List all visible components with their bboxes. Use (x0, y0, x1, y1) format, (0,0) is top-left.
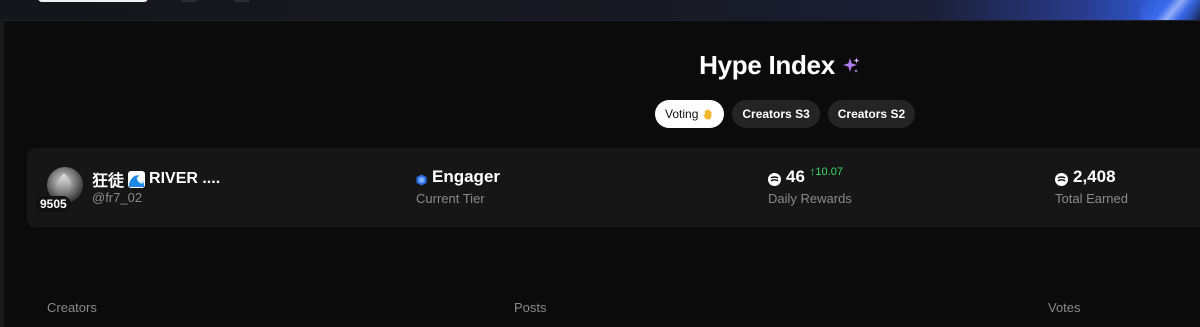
page-title: Hype Index (699, 50, 835, 80)
total-earned-stat: 2,408 Total Earned (1055, 167, 1128, 206)
current-tier-caption: Current Tier (416, 191, 485, 206)
daily-rewards-delta: ↑10.07 (809, 166, 843, 178)
user-name-suffix: RIVER .... (149, 170, 221, 187)
wave-icon (128, 170, 146, 188)
tab-creators-s3[interactable]: Creators S3 (732, 100, 820, 128)
raised-hand-icon (702, 108, 714, 120)
daily-rewards-stat: 46 ↑10.07 Daily Rewards (768, 166, 852, 206)
total-earned-value: 2,408 (1073, 167, 1116, 186)
tab-voting[interactable]: Voting (655, 100, 725, 128)
current-tier-stat: Engager Current Tier (416, 167, 500, 206)
daily-rewards-caption: Daily Rewards (768, 191, 852, 206)
tier-hex-icon (416, 171, 427, 186)
token-icon (768, 171, 781, 186)
top-banner (0, 0, 1200, 21)
tab-bar: Voting Creators S3 Creators S2 (655, 100, 916, 128)
top-nav-pill[interactable] (38, 0, 148, 2)
user-name[interactable]: 狂徒 RIVER .... (92, 167, 220, 191)
profile-card[interactable]: 9505 狂徒 RIVER .... @fr7_02 Engager Curre… (27, 148, 1200, 227)
column-header-posts[interactable]: Posts (514, 300, 547, 315)
user-name-prefix: 狂徒 (92, 173, 125, 190)
top-nav-icon[interactable] (181, 0, 197, 2)
hype-index-page: Hype Index Voting Creators S3 Creators S… (0, 0, 1200, 327)
user-handle: @fr7_02 (92, 190, 143, 205)
title-row: Hype Index (0, 50, 1200, 81)
tab-creators-s2-label: Creators S2 (837, 107, 906, 121)
tab-creators-s3-label: Creators S3 (742, 107, 810, 121)
banner-light-streak (1140, 0, 1200, 20)
token-icon (1055, 171, 1068, 186)
column-header-votes[interactable]: Votes (1048, 300, 1081, 315)
sparkle-icon (841, 56, 861, 76)
current-tier-value: Engager (432, 167, 501, 186)
tab-creators-s2[interactable]: Creators S2 (827, 100, 916, 128)
daily-rewards-value: 46 (786, 167, 805, 186)
total-earned-caption: Total Earned (1055, 191, 1128, 206)
tab-voting-label: Voting (665, 107, 699, 121)
column-header-creators[interactable]: Creators (47, 300, 97, 315)
rank-badge: 9505 (36, 196, 71, 212)
top-nav-icon[interactable] (234, 0, 250, 2)
